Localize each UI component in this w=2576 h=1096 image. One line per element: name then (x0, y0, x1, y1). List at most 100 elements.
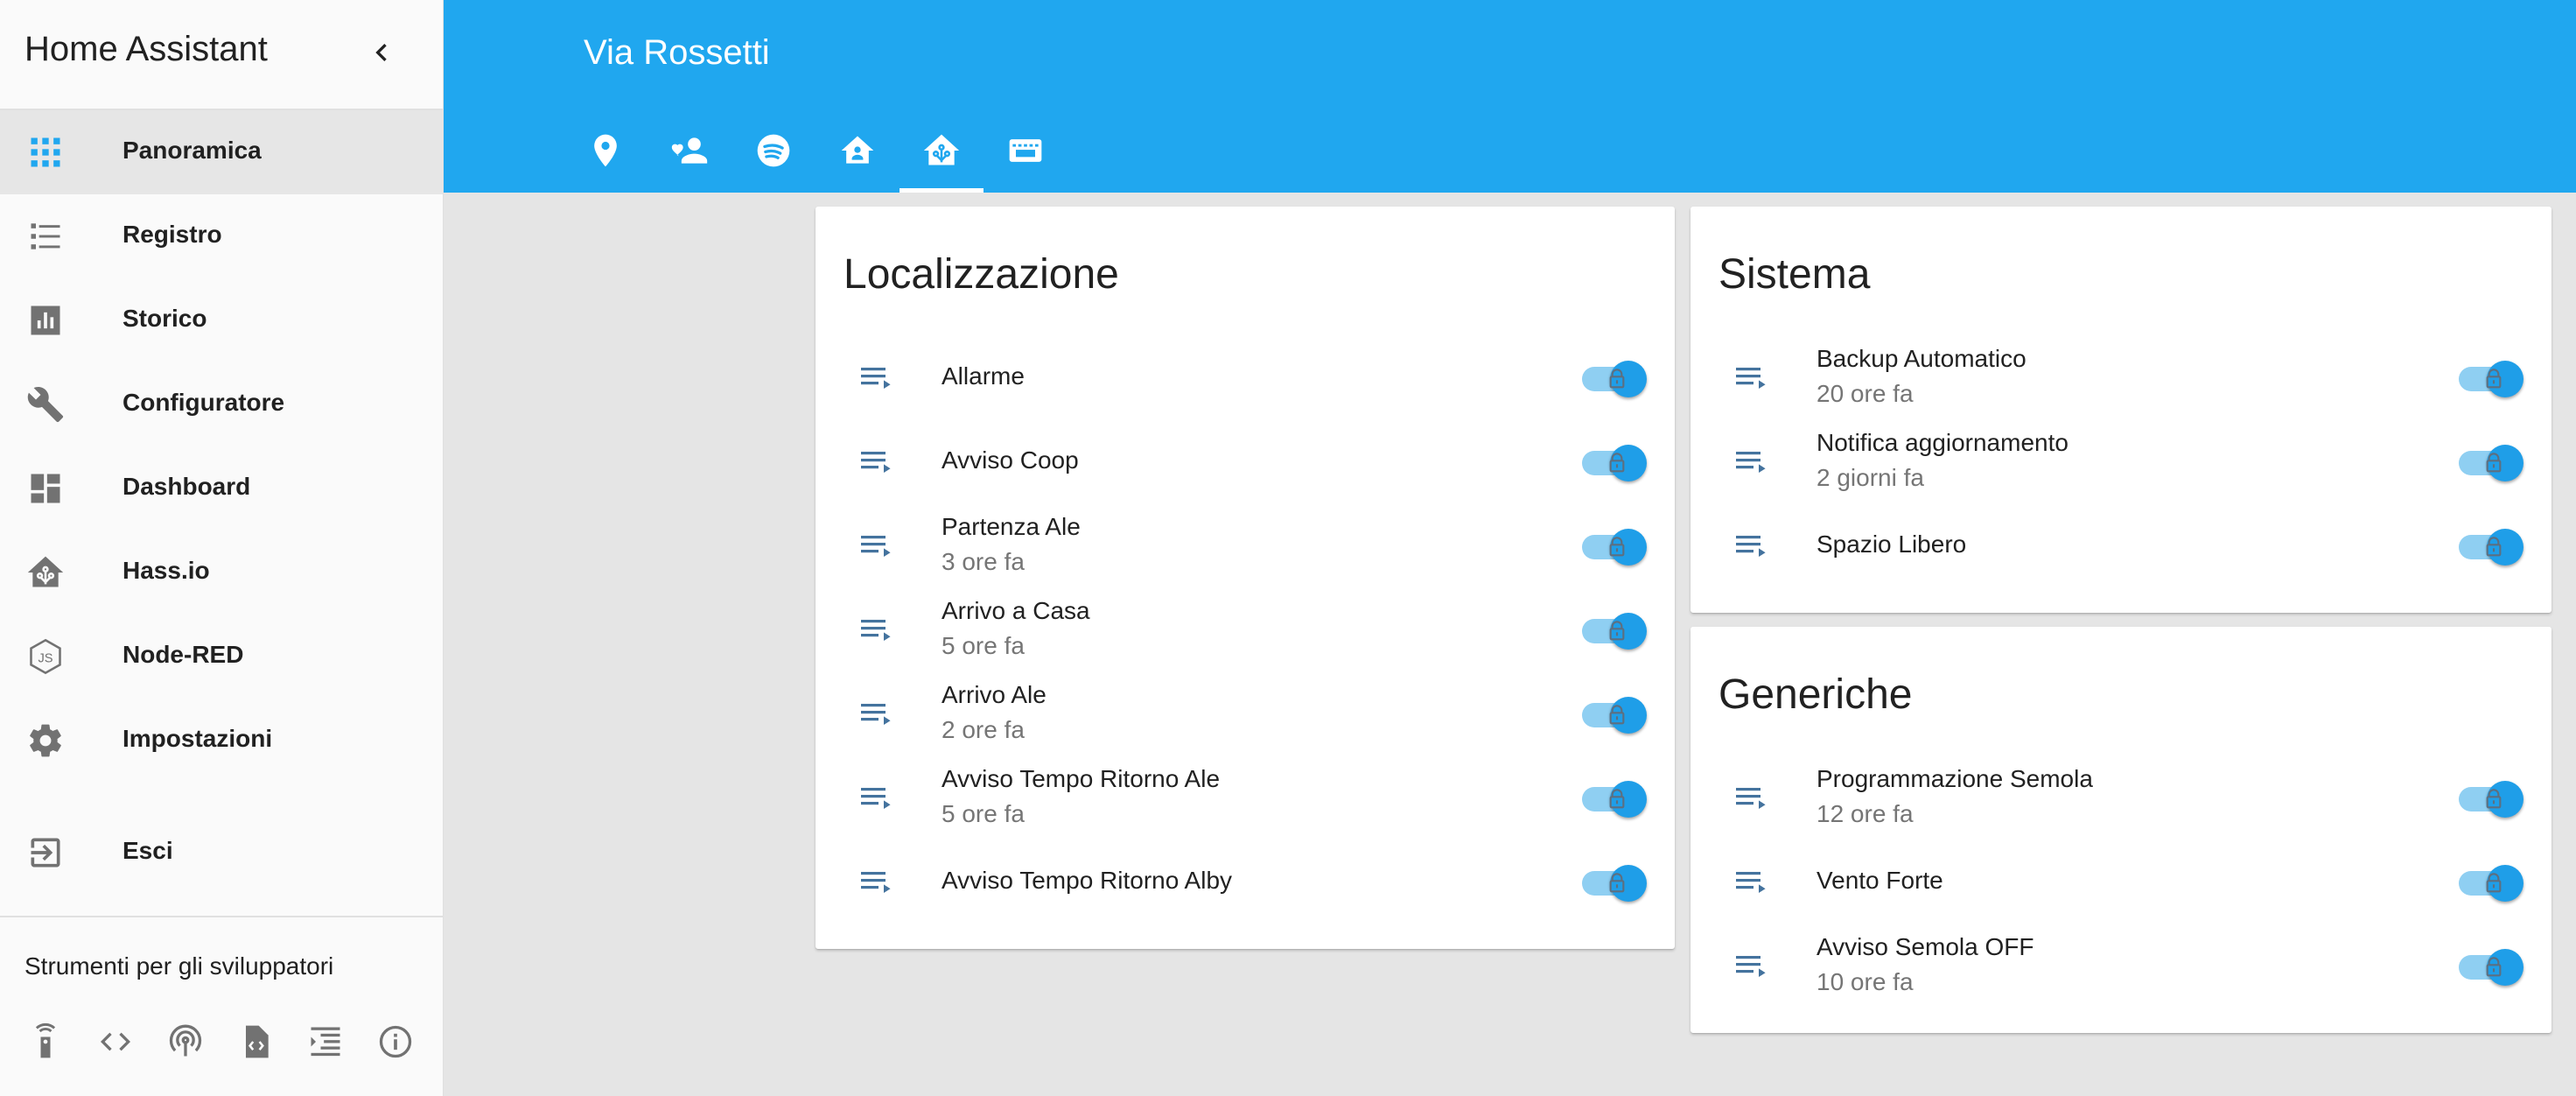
automation-last-triggered: 2 ore fa (942, 716, 1025, 743)
dev-tools-title: Strumenti per gli sviluppatori (24, 952, 334, 980)
sidebar-item-label: Node-RED (122, 641, 244, 668)
automation-name: Programmazione Semola (1816, 765, 2093, 792)
automation-name: Avviso Tempo Ritorno Ale (942, 765, 1221, 792)
sidebar-item-label: Registro (122, 221, 222, 248)
template-icon[interactable] (306, 1022, 345, 1061)
sidebar-item-panoramica[interactable]: Panoramica (0, 110, 443, 194)
automation-toggle[interactable] (2457, 949, 2524, 986)
remote-icon[interactable] (26, 1022, 65, 1061)
sidebar-item-registro[interactable]: Registro (0, 194, 443, 278)
automation-row[interactable]: Avviso Tempo Ritorno Alby (816, 840, 1675, 924)
chart-icon (31, 306, 60, 335)
lock-icon (1603, 449, 1631, 477)
sidebar-item-label: Storico (122, 305, 207, 332)
logout-icon (31, 838, 60, 868)
automation-row[interactable]: Arrivo Ale 2 ore fa (816, 672, 1675, 756)
lock-icon (2480, 533, 2508, 561)
card-title: Sistema (1718, 251, 1871, 298)
automation-last-triggered: 12 ore fa (1816, 800, 1914, 827)
lock-icon (2480, 785, 2508, 813)
card-generiche: Generiche Programmazione Semola 12 ore fa… (1690, 627, 2552, 1033)
sidebar-item-hassio[interactable]: Hass.io (0, 530, 443, 615)
automation-toggle[interactable] (1580, 529, 1647, 566)
tab-automations[interactable] (900, 124, 984, 193)
automation-toggle[interactable] (2457, 781, 2524, 818)
sidebar-item-esci[interactable]: Esci (0, 811, 443, 895)
sidebar-item-storico[interactable]: Storico (0, 278, 443, 362)
card-title: Generiche (1718, 671, 1913, 718)
automation-row[interactable]: Avviso Tempo Ritorno Ale 5 ore fa (816, 756, 1675, 840)
automation-toggle[interactable] (1580, 697, 1647, 734)
automation-row[interactable]: Arrivo a Casa 5 ore fa (816, 588, 1675, 672)
automation-icon (856, 525, 898, 567)
tab-location[interactable] (564, 124, 648, 193)
automation-toggle[interactable] (2457, 445, 2524, 481)
spotify-icon (757, 134, 790, 167)
card-localizzazione: Localizzazione Allarme Avviso Coop Partenz… (816, 207, 1675, 949)
broadcast-icon[interactable] (166, 1022, 205, 1061)
automation-toggle[interactable] (1580, 865, 1647, 902)
automation-row[interactable]: Notifica aggiornamento 2 giorni fa (1690, 420, 2552, 504)
account-heart-icon (671, 137, 708, 164)
sidebar-item-dashboard[interactable]: Dashboard (0, 446, 443, 530)
automation-name: Arrivo Ale (942, 681, 1046, 708)
lock-icon (1603, 785, 1631, 813)
sidebar-item-configuratore[interactable]: Configuratore (0, 362, 443, 446)
wrench-icon (27, 387, 64, 423)
card-sistema: Sistema Backup Automatico 20 ore fa Notifi… (1690, 207, 2552, 613)
automation-toggle[interactable] (2457, 865, 2524, 902)
lock-icon (1603, 617, 1631, 645)
automation-toggle[interactable] (1580, 613, 1647, 650)
automation-toggle[interactable] (1580, 445, 1647, 481)
automation-name: Allarme (942, 362, 1025, 390)
automation-name: Avviso Tempo Ritorno Alby (942, 867, 1233, 894)
automation-toggle[interactable] (1580, 361, 1647, 397)
svg-text:JS: JS (38, 652, 52, 666)
automation-icon (856, 861, 898, 903)
automation-row[interactable]: Spazio Libero (1690, 504, 2552, 588)
page-title: Via Rossetti (584, 33, 770, 72)
automation-icon (1731, 945, 1773, 987)
automation-toggle[interactable] (2457, 529, 2524, 566)
list-icon (31, 223, 60, 249)
sidebar-item-label: Configuratore (122, 389, 285, 416)
grid-icon (31, 137, 60, 167)
automation-row[interactable]: Avviso Semola OFF 10 ore fa (1690, 924, 2552, 1008)
automation-icon (1731, 861, 1773, 903)
home-account-icon (841, 136, 874, 164)
automation-row[interactable]: Allarme (816, 336, 1675, 420)
file-code-icon[interactable] (236, 1022, 275, 1061)
hassio-icon (27, 556, 64, 587)
sidebar-item-label: Hass.io (122, 557, 210, 584)
home-assistant-icon (923, 134, 960, 165)
chevron-left-icon[interactable] (364, 33, 399, 72)
automation-row[interactable]: Vento Forte (1690, 840, 2552, 924)
lock-icon (1603, 869, 1631, 897)
automation-name: Avviso Semola OFF (1816, 933, 2034, 960)
automation-icon (1731, 525, 1773, 567)
code-icon[interactable] (96, 1022, 135, 1061)
automation-row[interactable]: Avviso Coop (816, 420, 1675, 504)
sidebar-item-node-red[interactable]: JS Node-RED (0, 615, 443, 699)
automation-row[interactable]: Backup Automatico 20 ore fa (1690, 336, 2552, 420)
automation-row[interactable]: Programmazione Semola 12 ore fa (1690, 756, 2552, 840)
tab-spotify[interactable] (732, 124, 816, 193)
automation-toggle[interactable] (2457, 361, 2524, 397)
automation-name: Spazio Libero (1816, 530, 1967, 558)
sidebar-item-label: Esci (122, 837, 173, 864)
sidebar-item-impostazioni[interactable]: Impostazioni (0, 699, 443, 783)
nodejs-icon: JS (30, 638, 61, 675)
automation-row[interactable]: Partenza Ale 3 ore fa (816, 504, 1675, 588)
map-marker-icon (594, 134, 617, 167)
sidebar-item-label: Panoramica (122, 137, 262, 164)
automation-icon (856, 441, 898, 483)
automation-toggle[interactable] (1580, 781, 1647, 818)
info-icon[interactable] (376, 1022, 415, 1061)
tab-media[interactable] (984, 124, 1068, 193)
divider (0, 916, 443, 917)
tab-people[interactable] (648, 124, 732, 193)
dashboard-icon (31, 474, 60, 503)
automation-last-triggered: 5 ore fa (942, 800, 1025, 827)
tab-home[interactable] (816, 124, 900, 193)
automation-icon (856, 777, 898, 819)
